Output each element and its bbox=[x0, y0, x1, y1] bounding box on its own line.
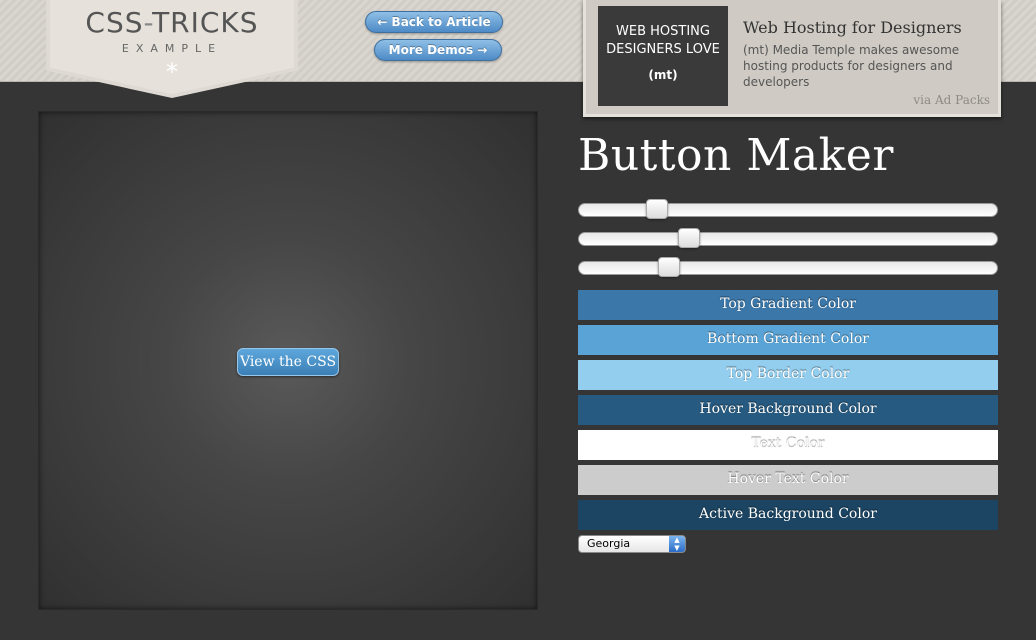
hover-text-color-swatch[interactable]: Hover Text Color bbox=[578, 465, 998, 495]
ad-image-line2: DESIGNERS LOVE bbox=[606, 42, 720, 57]
more-demos-button[interactable]: More Demos → bbox=[374, 39, 502, 61]
ad-image-line1: WEB HOSTING bbox=[616, 24, 710, 39]
font-select-value: Georgia bbox=[587, 537, 631, 550]
ad-text: (mt) Media Temple makes awesome hosting … bbox=[743, 43, 960, 89]
text-color-swatch[interactable]: Text Color bbox=[578, 430, 998, 460]
ad-image-logo: (mt) bbox=[648, 68, 678, 82]
logo-title-css: CSS bbox=[85, 6, 144, 39]
asterisk-icon: * bbox=[166, 58, 178, 86]
site-logo[interactable]: CSS-TRICKS EXAMPLE * bbox=[46, 0, 298, 98]
hover-background-color-swatch[interactable]: Hover Background Color bbox=[578, 395, 998, 425]
ad-box[interactable]: WEB HOSTING DESIGNERS LOVE (mt) Web Host… bbox=[583, 0, 1001, 117]
logo-subtitle: EXAMPLE bbox=[121, 42, 223, 55]
bottom-gradient-color-swatch[interactable]: Bottom Gradient Color bbox=[578, 325, 998, 355]
page-title: Button Maker bbox=[578, 130, 894, 181]
slider-thumb[interactable] bbox=[678, 228, 700, 248]
button-preview-panel: View the CSS bbox=[38, 111, 538, 610]
logo-title-dash: - bbox=[143, 6, 153, 39]
slider-thumb[interactable] bbox=[646, 199, 668, 219]
active-background-color-swatch[interactable]: Active Background Color bbox=[578, 500, 998, 530]
font-family-select[interactable]: Georgia ▲ ▼ bbox=[578, 535, 686, 553]
back-to-article-button[interactable]: ← Back to Article bbox=[365, 11, 503, 33]
top-border-color-swatch[interactable]: Top Border Color bbox=[578, 360, 998, 390]
ad-via-link[interactable]: via Ad Packs bbox=[913, 93, 990, 107]
top-gradient-color-swatch[interactable]: Top Gradient Color bbox=[578, 290, 998, 320]
select-arrows-icon: ▲ ▼ bbox=[669, 536, 685, 552]
logo-title: CSS-TRICKS bbox=[46, 6, 298, 39]
slider-2[interactable] bbox=[578, 228, 998, 248]
logo-title-tricks: TRICKS bbox=[152, 6, 259, 39]
ad-title[interactable]: Web Hosting for Designers bbox=[743, 18, 962, 37]
slider-3[interactable] bbox=[578, 257, 998, 277]
slider-1[interactable] bbox=[578, 199, 998, 219]
ad-image[interactable]: WEB HOSTING DESIGNERS LOVE (mt) bbox=[598, 6, 728, 106]
view-css-button[interactable]: View the CSS bbox=[237, 348, 339, 376]
slider-thumb[interactable] bbox=[658, 257, 680, 277]
